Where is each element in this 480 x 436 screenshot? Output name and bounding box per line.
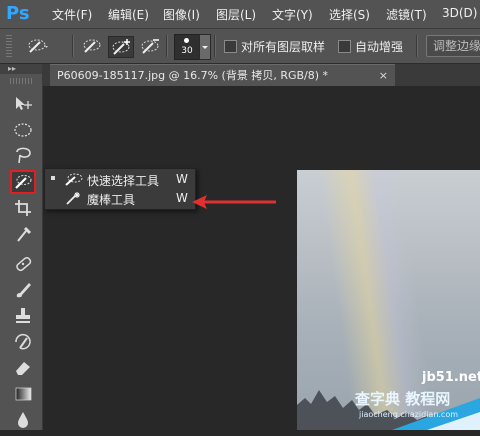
- tools-collapse-button[interactable]: ▸▸: [0, 64, 42, 74]
- separator: [166, 35, 168, 57]
- quick-selection-tool-icon[interactable]: [10, 170, 36, 194]
- brush-tool-icon[interactable]: [10, 278, 36, 302]
- tools-panel: ▸▸: [0, 64, 43, 430]
- eraser-tool-icon[interactable]: [10, 356, 36, 380]
- history-brush-tool-icon[interactable]: [10, 330, 36, 354]
- separator: [72, 35, 74, 57]
- menu-layer[interactable]: 图层(L): [216, 6, 256, 23]
- new-selection-icon[interactable]: [80, 36, 104, 56]
- brush-tip-icon: [184, 38, 189, 43]
- refine-edge-button[interactable]: 调整边缘: [426, 35, 480, 57]
- menu-edit[interactable]: 编辑(E): [108, 6, 149, 23]
- lasso-tool-icon[interactable]: [10, 144, 36, 168]
- brush-size: 30: [181, 46, 193, 56]
- brush-picker[interactable]: 30: [174, 34, 200, 60]
- separator: [416, 35, 418, 57]
- auto-enhance-label: 自动增强: [355, 40, 404, 54]
- blur-tool-icon[interactable]: [10, 408, 36, 432]
- menu-select[interactable]: 选择(S): [329, 6, 370, 23]
- move-tool-icon[interactable]: [10, 92, 36, 116]
- clone-stamp-tool-icon[interactable]: [10, 304, 36, 328]
- marquee-tool-icon[interactable]: [10, 118, 36, 142]
- watermark-title: 查字典 教程网: [355, 390, 451, 408]
- watermark-url: jiaocheng.chazidian.com: [359, 410, 459, 419]
- quick-selection-preset-icon[interactable]: [26, 36, 50, 56]
- quick-selection-icon: [63, 172, 83, 187]
- options-bar: 30 对所有图层取样 自动增强 调整边缘: [0, 29, 480, 64]
- selected-bullet-icon: [51, 176, 55, 180]
- document-tab-bar: P60609-185117.jpg @ 16.7% (背景 拷贝, RGB/8)…: [43, 64, 480, 86]
- menu-bar: Ps 文件(F) 编辑(E) 图像(I) 图层(L) 文字(Y) 选择(S) 滤…: [0, 0, 480, 29]
- options-grip[interactable]: [6, 35, 12, 57]
- sample-all-layers-checkbox[interactable]: [224, 40, 237, 53]
- eyedropper-tool-icon[interactable]: [10, 222, 36, 246]
- menu-image[interactable]: 图像(I): [163, 6, 200, 23]
- flyout-item-label: 魔棒工具: [87, 193, 136, 207]
- add-to-selection-icon[interactable]: [108, 36, 134, 58]
- auto-enhance-checkbox[interactable]: [338, 40, 351, 53]
- document-image[interactable]: 查字典 教程网 jb51.net jiaocheng.chazidian.com: [297, 170, 480, 430]
- tool-flyout-menu: 快速选择工具 W 魔棒工具 W: [44, 168, 196, 210]
- flyout-item-magic-wand[interactable]: 魔棒工具 W: [45, 189, 195, 208]
- tools-grip[interactable]: [10, 78, 34, 84]
- gradient-tool-icon[interactable]: [10, 382, 36, 406]
- watermark-domain: jb51.net: [422, 370, 480, 385]
- subtract-from-selection-icon[interactable]: [138, 36, 162, 56]
- flyout-item-shortcut: W: [176, 191, 188, 205]
- crop-tool-icon[interactable]: [10, 196, 36, 220]
- magic-wand-icon: [63, 191, 83, 206]
- flyout-item-shortcut: W: [176, 172, 188, 186]
- menu-3d[interactable]: 3D(D): [442, 6, 477, 20]
- menu-filter[interactable]: 滤镜(T): [386, 6, 427, 23]
- photoshop-logo: Ps: [6, 3, 30, 24]
- flyout-item-label: 快速选择工具: [87, 174, 160, 188]
- menu-type[interactable]: 文字(Y): [272, 6, 313, 23]
- annotation-arrow-icon: [192, 195, 276, 209]
- sample-all-layers-label: 对所有图层取样: [241, 40, 326, 54]
- flyout-item-quick-selection[interactable]: 快速选择工具 W: [45, 170, 195, 189]
- close-icon[interactable]: ×: [379, 65, 388, 87]
- document-tab[interactable]: P60609-185117.jpg @ 16.7% (背景 拷贝, RGB/8)…: [50, 64, 395, 86]
- brush-dropdown-button[interactable]: [199, 34, 211, 60]
- document-tab-title: P60609-185117.jpg @ 16.7% (背景 拷贝, RGB/8)…: [57, 69, 329, 82]
- healing-brush-tool-icon[interactable]: [10, 252, 36, 276]
- separator: [214, 35, 216, 57]
- menu-file[interactable]: 文件(F): [52, 6, 92, 23]
